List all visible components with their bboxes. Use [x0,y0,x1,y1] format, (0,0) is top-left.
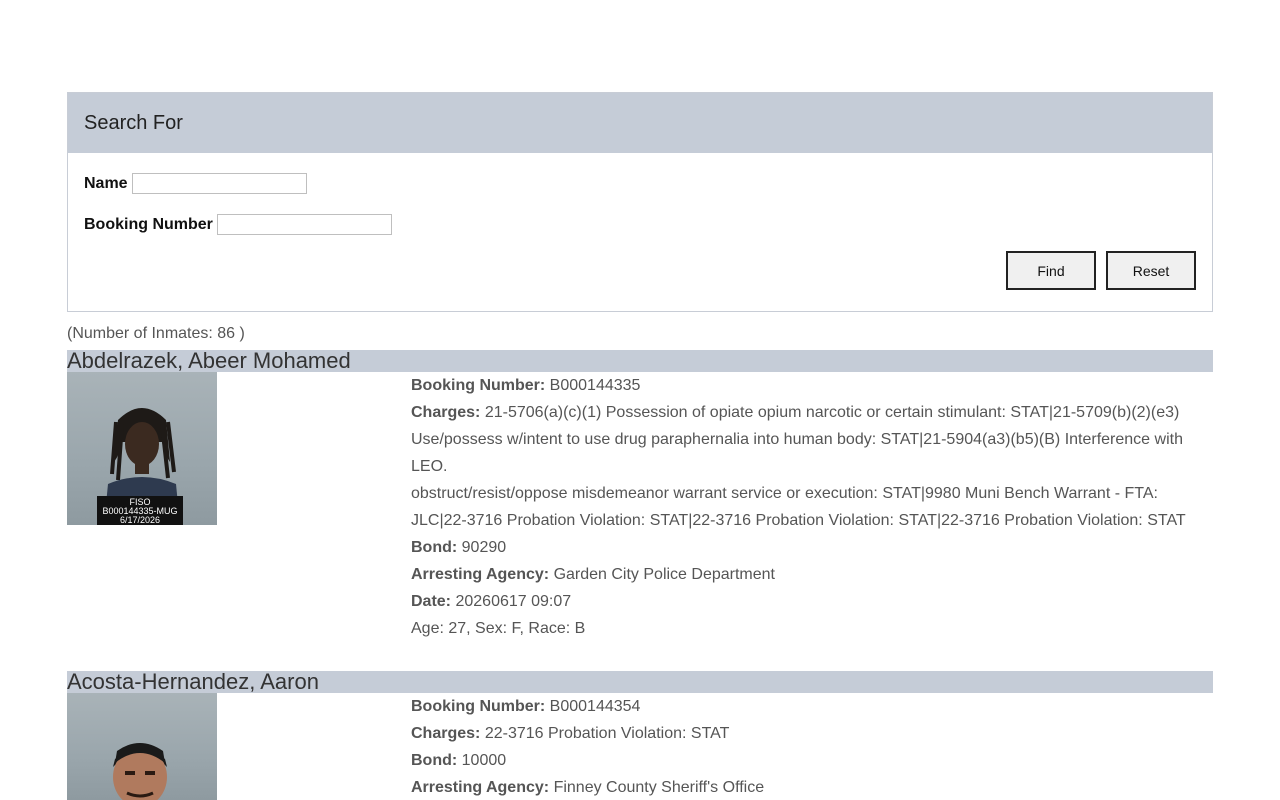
search-panel: Search For Name Booking Number Find Rese… [67,92,1213,312]
charges-label: Charges: [411,404,481,421]
booking-number-label: Booking Number [84,215,213,233]
inmate-name: Acosta-Hernandez, Aaron [67,669,319,694]
charges-row: Charges: 21-5706(a)(c)(1) Possession of … [411,399,1201,480]
name-input[interactable] [131,173,307,194]
arresting-agency-row: Arresting Agency: Garden City Police Dep… [411,561,1201,588]
charges-row: Charges: 22-3716 Probation Violation: ST… [411,720,1201,747]
booking-number-value: B000144335 [549,377,641,394]
charges-continued: obstruct/resist/oppose misdemeanor warra… [411,485,1186,529]
booking-number-row: Booking Number: B000144354 [411,693,1201,720]
booking-number-input[interactable] [216,214,392,235]
charges-label: Charges: [411,725,481,742]
bond-row: Bond: 10000 [411,747,1201,774]
booking-number-label: Booking Number: [411,377,546,394]
inmate-name-bar: Acosta-Hernandez, Aaron [67,671,1213,693]
date-value: 20260617 09:07 [455,593,572,610]
page: Search For Name Booking Number Find Rese… [0,0,1280,800]
reset-button[interactable]: Reset [1106,251,1196,290]
inmate-name-bar: Abdelrazek, Abeer Mohamed [67,350,1213,372]
demographics: Age: 27, Sex: F, Race: B [411,620,586,637]
search-header: Search For [68,93,1212,153]
inmate-record: Abdelrazek, Abeer Mohamed FISO B00014433… [67,350,1213,650]
inmate-details: Booking Number: B000144354 Charges: 22-3… [411,693,1201,800]
inmate-count: (Number of Inmates: 86 ) [67,325,245,342]
inmate-details: Booking Number: B000144335 Charges: 21-5… [411,372,1201,642]
arresting-agency-value: Garden City Police Department [553,566,775,583]
arresting-agency-label: Arresting Agency: [411,566,550,583]
bond-value: 10000 [461,752,507,769]
placard-date: 6/17/2026 [119,515,161,525]
arresting-agency-label: Arresting Agency: [411,779,550,796]
arresting-agency-value: Finney County Sheriff's Office [553,779,765,796]
booking-number-row: Booking Number: B000144335 [411,372,1201,399]
inmate-name: Abdelrazek, Abeer Mohamed [67,348,351,373]
booking-number-field-row: Booking Number [84,214,392,235]
mugshot-placard: FISO B000144335-MUG 6/17/2026 [97,496,183,525]
find-button[interactable]: Find [1006,251,1096,290]
mugshot-photo: FISO B000144335-MUG 6/17/2026 [67,372,217,525]
booking-number-label: Booking Number: [411,698,546,715]
date-row: Date: 20260617 09:07 [411,588,1201,615]
date-label: Date: [411,593,452,610]
charges-value: 21-5706(a)(c)(1) Possession of opiate op… [411,404,1183,475]
name-label: Name [84,174,128,192]
bond-row: Bond: 90290 [411,534,1201,561]
bond-value: 90290 [461,539,507,556]
person-silhouette-icon [113,743,167,800]
inmate-record: Acosta-Hernandez, Aaron Booking Number: … [67,671,1213,800]
name-field-row: Name [84,173,307,194]
mugshot-photo [67,693,217,800]
charges-value: 22-3716 Probation Violation: STAT [484,725,730,742]
search-title: Search For [84,111,183,134]
arresting-agency-row: Arresting Agency: Finney County Sheriff'… [411,774,1201,800]
bond-label: Bond: [411,539,458,556]
bond-label: Bond: [411,752,458,769]
booking-number-value: B000144354 [549,698,641,715]
